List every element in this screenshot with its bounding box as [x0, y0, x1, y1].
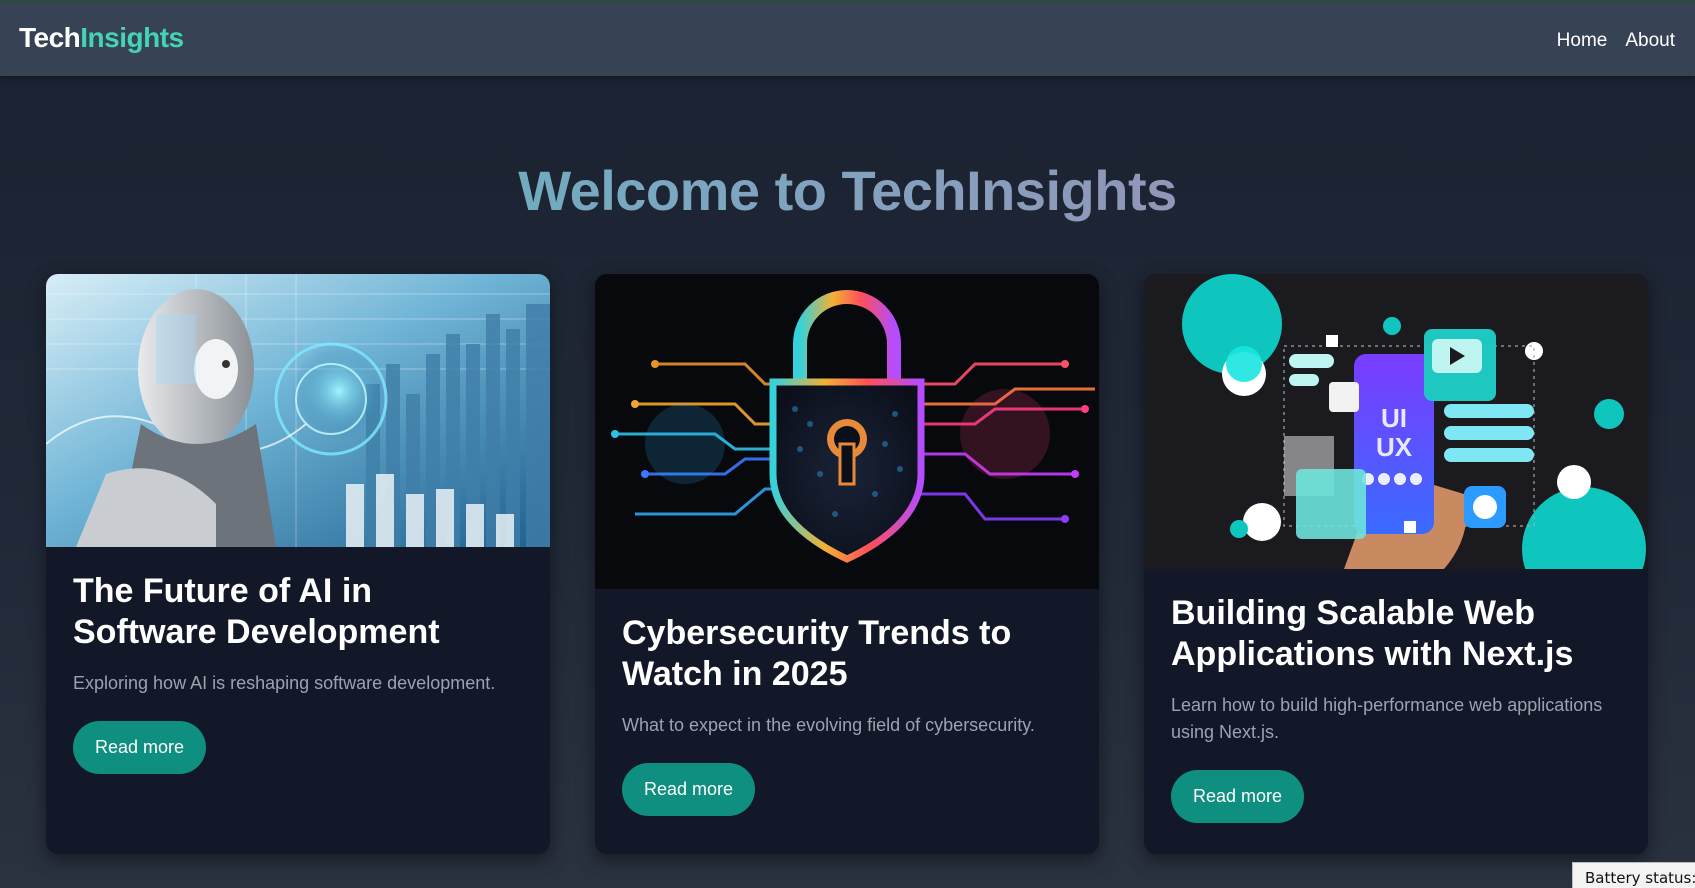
nav-link-home[interactable]: Home [1557, 30, 1608, 52]
card-title[interactable]: The Future of AI in Software Development [73, 571, 523, 653]
logo-text-tech: Tech [19, 22, 81, 53]
card-description: Exploring how AI is reshaping software d… [73, 673, 496, 693]
card-description: What to expect in the evolving field of … [622, 715, 1035, 735]
padlock-circuit-image [595, 274, 1099, 589]
ai-robot-image [46, 274, 550, 547]
read-more-button[interactable]: Read more [73, 721, 207, 774]
article-card: The Future of AI in Software Development… [46, 274, 550, 854]
navbar: TechInsights Home About [0, 0, 1695, 76]
nav-link-about[interactable]: About [1625, 30, 1675, 52]
logo-text-insights: Insights [80, 22, 184, 53]
article-card: Cybersecurity Trends to Watch in 2025 Wh… [595, 274, 1099, 854]
battery-status-tooltip: Battery status: 80 [1572, 862, 1695, 888]
card-title[interactable]: Cybersecurity Trends to Watch in 2025 [622, 613, 1072, 695]
read-more-button[interactable]: Read more [622, 763, 756, 816]
page-title: Welcome to TechInsights [0, 158, 1695, 223]
card-description: Learn how to build high-performance web … [1171, 695, 1603, 742]
article-card: UI UX Building Scalable Web Applications… [1144, 274, 1648, 854]
read-more-button[interactable]: Read more [1171, 770, 1305, 823]
site-logo[interactable]: TechInsights [19, 22, 184, 54]
card-body: The Future of AI in Software Development… [46, 547, 550, 774]
ui-ux-phone-image: UI UX [1144, 274, 1648, 569]
ui-graphic-text: UI [1381, 403, 1407, 433]
card-body: Cybersecurity Trends to Watch in 2025 Wh… [595, 589, 1099, 816]
card-title[interactable]: Building Scalable Web Applications with … [1171, 593, 1621, 675]
card-body: Building Scalable Web Applications with … [1144, 569, 1648, 823]
nav-links: Home About [1557, 30, 1675, 52]
ux-graphic-text: UX [1376, 432, 1413, 462]
